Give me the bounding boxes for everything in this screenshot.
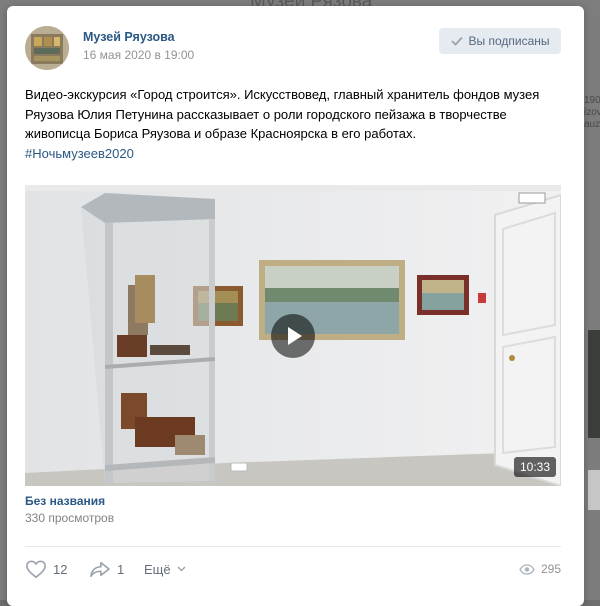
like-count: 12 — [53, 561, 68, 577]
divider — [25, 546, 561, 547]
video-player[interactable]: 10:33 — [25, 185, 561, 486]
post-date[interactable]: 16 мая 2020 в 19:00 — [83, 48, 194, 62]
avatar[interactable] — [25, 26, 69, 70]
background-side-text: 190 izov auz — [584, 95, 600, 130]
views-value: 295 — [540, 562, 561, 576]
eye-icon — [519, 563, 535, 575]
share-button[interactable]: 1 — [89, 558, 124, 580]
background-image — [588, 330, 600, 438]
post-text: Видео-экскурсия «Город строится». Искусс… — [25, 85, 565, 163]
more-label: Ещё — [144, 561, 171, 577]
video-duration: 10:33 — [514, 457, 557, 477]
check-icon — [450, 36, 463, 46]
post-body: Видео-экскурсия «Город строится». Искусс… — [25, 87, 540, 141]
background-image-2 — [588, 470, 600, 510]
more-button[interactable]: Ещё — [144, 558, 186, 580]
post-card: Музей Ряузова 16 мая 2020 в 19:00 Вы под… — [7, 6, 584, 606]
share-icon — [90, 561, 110, 578]
video-views: 330 просмотров — [25, 511, 115, 525]
share-count: 1 — [117, 561, 125, 577]
avatar-image — [25, 26, 69, 70]
author-name[interactable]: Музей Ряузова — [83, 30, 175, 44]
play-icon[interactable] — [271, 314, 315, 358]
post-views: 295 — [519, 558, 561, 580]
chevron-down-icon — [177, 566, 186, 572]
like-button[interactable]: 12 — [25, 558, 67, 580]
post-hashtag[interactable]: #Ночьмузеев2020 — [25, 144, 565, 164]
video-title[interactable]: Без названия — [25, 494, 105, 508]
subscribed-button[interactable]: Вы подписаны — [439, 28, 561, 54]
heart-icon — [26, 560, 46, 579]
subscribed-label: Вы подписаны — [468, 34, 550, 48]
